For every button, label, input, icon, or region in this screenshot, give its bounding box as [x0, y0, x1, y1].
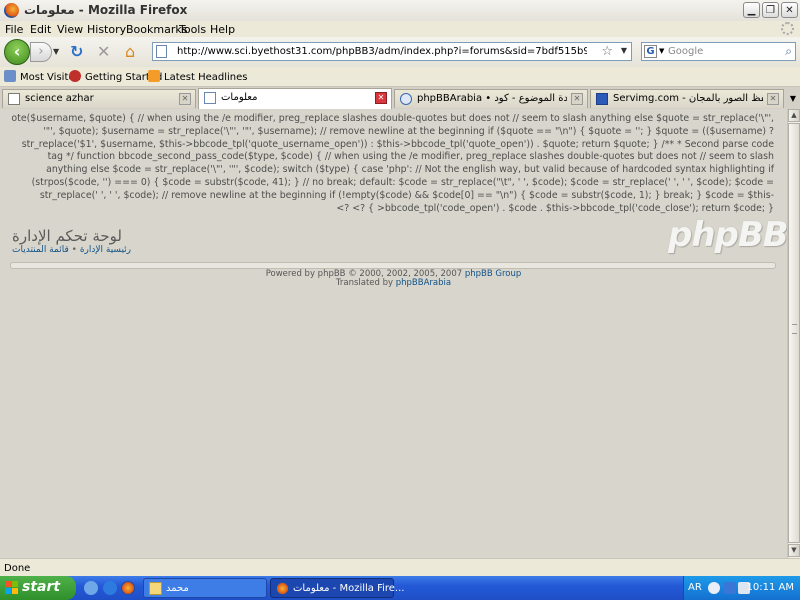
bookmarks-toolbar: Most Visited Getting Started Latest Head… [0, 67, 800, 87]
footer-translated-by: Translated by phpBBArabia [0, 278, 787, 288]
rss-feed-icon [148, 70, 160, 82]
task-label: معلومات - Mozilla Fire... [293, 583, 405, 594]
tab-maalomat[interactable]: معلومات ✕ [198, 88, 392, 109]
search-icon[interactable]: ⌕ [785, 44, 792, 59]
language-indicator[interactable]: AR [688, 582, 702, 593]
tray-network-icon[interactable] [708, 582, 720, 594]
bookmark-latest-headlines[interactable]: Latest Headlines [148, 70, 248, 83]
title-bar: معلومات - Mozilla Firefox ▁ ❐ ✕ [0, 0, 800, 22]
scrollbar-thumb[interactable] [788, 123, 800, 543]
page-icon [204, 92, 216, 104]
phpbb-favicon-icon [400, 93, 412, 105]
tab-label: phpBBArabia • مشاهدة الموضوع - كود [417, 93, 567, 104]
engine-dropdown-icon[interactable]: ▼ [659, 47, 664, 55]
tab-label: Servimg.com - تحميل و حفظ الصور بالمجان [613, 93, 763, 104]
bookmark-star-icon[interactable]: ☆ [601, 44, 613, 59]
bookmark-label: Latest Headlines [164, 72, 248, 83]
tray-shield-icon[interactable] [724, 582, 736, 594]
tab-bar: science azhar ✕ معلومات ✕ phpBBArabia • … [0, 87, 800, 110]
url-dropdown-icon[interactable]: ▼ [621, 46, 627, 55]
start-label: start [22, 579, 61, 595]
tab-servimg[interactable]: Servimg.com - تحميل و حفظ الصور بالمجان … [590, 89, 784, 108]
internet-explorer-icon[interactable] [103, 581, 117, 595]
tab-label: science azhar [25, 93, 94, 104]
url-bar[interactable]: http://www.sci.byethost31.com/phpBB3/adm… [152, 42, 632, 61]
forward-button[interactable]: › [30, 42, 52, 62]
stop-icon[interactable]: ✕ [97, 44, 110, 60]
menu-edit[interactable]: Edit [30, 23, 51, 36]
close-tab-icon[interactable]: ✕ [375, 92, 387, 104]
firefox-logo-icon [4, 3, 19, 18]
activity-throbber-icon [781, 22, 794, 35]
footer-divider [10, 262, 776, 269]
back-button[interactable]: ‹ [4, 39, 30, 65]
home-icon[interactable]: ⌂ [125, 44, 135, 60]
close-tab-icon[interactable]: ✕ [179, 93, 191, 105]
close-tab-icon[interactable]: ✕ [571, 93, 583, 105]
tab-label: معلومات [221, 92, 258, 103]
taskbar-firefox-window[interactable]: معلومات - Mozilla Fire... [270, 578, 404, 598]
scroll-down-icon[interactable]: ▼ [788, 544, 800, 557]
page-icon [8, 93, 20, 105]
navigation-toolbar: ‹ › ▼ ↻ ✕ ⌂ http://www.sci.byethost31.co… [0, 37, 800, 67]
task-label: محمد [166, 583, 189, 594]
scrollbar-grip [792, 324, 797, 334]
raw-php-code-text: ote($username, $quote) { // when using t… [11, 113, 774, 214]
scroll-up-icon[interactable]: ▲ [788, 109, 800, 122]
close-button[interactable]: ✕ [781, 2, 798, 18]
phpbbarabia-link[interactable]: phpBBArabia [396, 278, 451, 288]
menu-view[interactable]: View [57, 23, 83, 36]
getting-started-icon [69, 70, 81, 82]
start-button[interactable]: start [0, 576, 76, 600]
vertical-scrollbar[interactable]: ▲ ▼ [787, 109, 800, 558]
menu-file[interactable]: File [5, 23, 23, 36]
window-title: معلومات - Mozilla Firefox [24, 3, 188, 17]
acp-links: رئيسية الإدارة • قائمة المنتديات [12, 245, 131, 255]
menu-help[interactable]: Help [210, 23, 235, 36]
tab-phpbbarabia[interactable]: phpBBArabia • مشاهدة الموضوع - كود ✕ [394, 89, 588, 108]
taskbar: start محمد معلومات - Mozilla Fire... AR … [0, 576, 800, 600]
search-box[interactable]: G ▼ Google ⌕ [641, 42, 796, 61]
reload-icon[interactable]: ↻ [70, 44, 83, 60]
tray-clock: 10:11 AM [746, 582, 794, 593]
most-visited-icon [4, 70, 16, 82]
menu-tools[interactable]: Tools [179, 23, 206, 36]
phpbb-logo[interactable]: phpBB [668, 215, 787, 255]
show-desktop-icon[interactable] [84, 581, 98, 595]
servimg-favicon-icon [596, 93, 608, 105]
maximize-button[interactable]: ❐ [762, 2, 779, 18]
minimize-button[interactable]: ▁ [743, 2, 760, 18]
url-text[interactable]: http://www.sci.byethost31.com/phpBB3/adm… [177, 46, 587, 57]
history-dropdown-icon[interactable]: ▼ [53, 47, 61, 57]
firefox-quicklaunch-icon[interactable] [121, 581, 135, 595]
status-text: Done [4, 563, 31, 574]
menu-history[interactable]: History [87, 23, 126, 36]
link-admin-index[interactable]: رئيسية الإدارة [80, 245, 131, 255]
page-content: ote($username, $quote) { // when using t… [0, 109, 787, 558]
google-engine-icon[interactable]: G [644, 45, 657, 58]
menu-bar: File Edit View History Bookmarks Tools H… [0, 21, 800, 37]
link-forum-index[interactable]: قائمة المنتديات [12, 245, 69, 255]
windows-logo-icon [5, 581, 18, 594]
translated-by-text: Translated by [335, 278, 394, 288]
acp-title: لوحة تحكم الإدارة [12, 227, 122, 245]
taskbar-folder-mohamed[interactable]: محمد [143, 578, 267, 598]
link-separator: • [71, 245, 77, 255]
status-bar: Done [0, 558, 800, 577]
page-icon [156, 45, 167, 58]
system-tray: AR 10:11 AM [683, 576, 800, 600]
search-placeholder[interactable]: Google [668, 46, 703, 57]
list-all-tabs-icon[interactable]: ▼ [786, 89, 800, 108]
close-tab-icon[interactable]: ✕ [767, 93, 779, 105]
tab-science-azhar[interactable]: science azhar ✕ [2, 89, 196, 108]
firefox-icon [276, 582, 289, 595]
folder-icon [149, 582, 162, 595]
